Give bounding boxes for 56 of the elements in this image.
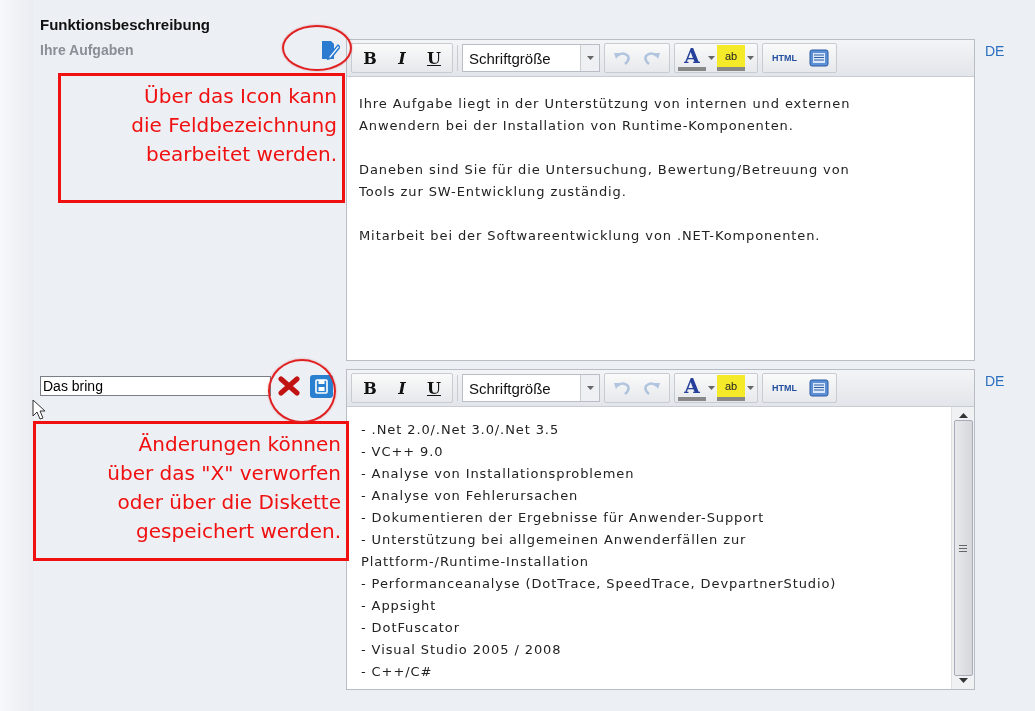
- list-line: - C++/C#: [361, 663, 434, 681]
- list-line: - Appsight: [361, 597, 438, 615]
- highlight-color-button[interactable]: ab: [717, 45, 745, 71]
- font-size-dropdown[interactable]: Schriftgröße: [462, 374, 600, 402]
- language-code: DE: [985, 373, 1005, 391]
- scroll-down-icon: [958, 678, 968, 683]
- paragraph: Mitarbeit bei der Softwareentwicklung von .NET-Komponenten.: [359, 227, 822, 245]
- list-line: - DotFuscator: [361, 619, 461, 637]
- paragraph: Ihre Aufgabe liegt in der Unterstützung von internen und externen Anwendern bei der Installation von Runtime-Komponenten.: [359, 95, 852, 135]
- underline-button[interactable]: U: [419, 375, 449, 401]
- mouse-cursor-icon: [32, 399, 46, 421]
- highlight-ellipse: [268, 359, 336, 423]
- paragraph: Daneben sind Sie für die Untersuchung, Bewertung/Betreuung von Tools zur SW-Entwicklung zuständig.: [359, 161, 851, 201]
- caret-icon: [747, 386, 754, 390]
- scroll-up-icon: [958, 413, 968, 418]
- italic-button[interactable]: I: [387, 375, 417, 401]
- caret-icon: [586, 386, 594, 390]
- list-line: - .Net 2.0/.Net 3.0/.Net 3.5: [361, 421, 561, 439]
- list-line: - Visual Studio 2005 / 2008: [361, 641, 563, 659]
- redo-icon: [643, 50, 661, 66]
- undo-icon: [613, 50, 631, 66]
- field-label: Ihre Aufgaben: [40, 42, 135, 58]
- font-size-dropdown[interactable]: Schriftgröße: [462, 44, 600, 72]
- label-input-field[interactable]: Das bring: [40, 376, 271, 396]
- close-icon[interactable]: [278, 376, 300, 396]
- font-color-button[interactable]: A: [678, 375, 706, 401]
- highlight-color-button[interactable]: ab: [717, 375, 745, 401]
- annotation-callout: Änderungen können über das "X" verworfen oder über die Diskette gespeichert werden.: [33, 421, 349, 561]
- caret-icon: [708, 386, 715, 390]
- document-icon: [809, 379, 829, 397]
- caret-icon: [586, 56, 594, 60]
- caret-icon: [708, 56, 715, 60]
- list-line: - Unterstützung bei allgemeinen Anwenderfällen zur Plattform-/Runtime-Installation: [361, 531, 748, 571]
- document-icon: [809, 49, 829, 67]
- list-line: - VC++ 9.0: [361, 443, 445, 461]
- font-color-button[interactable]: A: [678, 45, 706, 71]
- list-line: - Dokumentieren der Ergebnisse für Anwender-Support: [361, 509, 766, 527]
- list-line: - Analyse von Fehlerursachen: [361, 487, 580, 505]
- section-heading: Funktionsbeschreibung: [40, 16, 211, 33]
- bold-button[interactable]: B: [355, 45, 385, 71]
- html-button[interactable]: HTML: [766, 382, 803, 394]
- undo-icon: [613, 380, 631, 396]
- language-code: DE: [985, 43, 1005, 61]
- annotation-callout: Über das Icon kann die Feldbezeichnung bearbeitet werden.: [58, 73, 345, 203]
- grip-icon: [959, 544, 967, 552]
- caret-icon: [747, 56, 754, 60]
- save-icon[interactable]: [310, 374, 333, 398]
- redo-icon: [643, 380, 661, 396]
- pencil-document-icon[interactable]: [320, 39, 340, 61]
- bold-button[interactable]: B: [355, 375, 385, 401]
- underline-button[interactable]: U: [419, 45, 449, 71]
- italic-button[interactable]: I: [387, 45, 417, 71]
- list-line: - Performanceanalyse (DotTrace, SpeedTrace, DevpartnerStudio): [361, 575, 838, 593]
- list-line: - Analyse von Installationsproblemen: [361, 465, 636, 483]
- html-button[interactable]: HTML: [766, 52, 803, 64]
- scrollbar[interactable]: [951, 407, 974, 689]
